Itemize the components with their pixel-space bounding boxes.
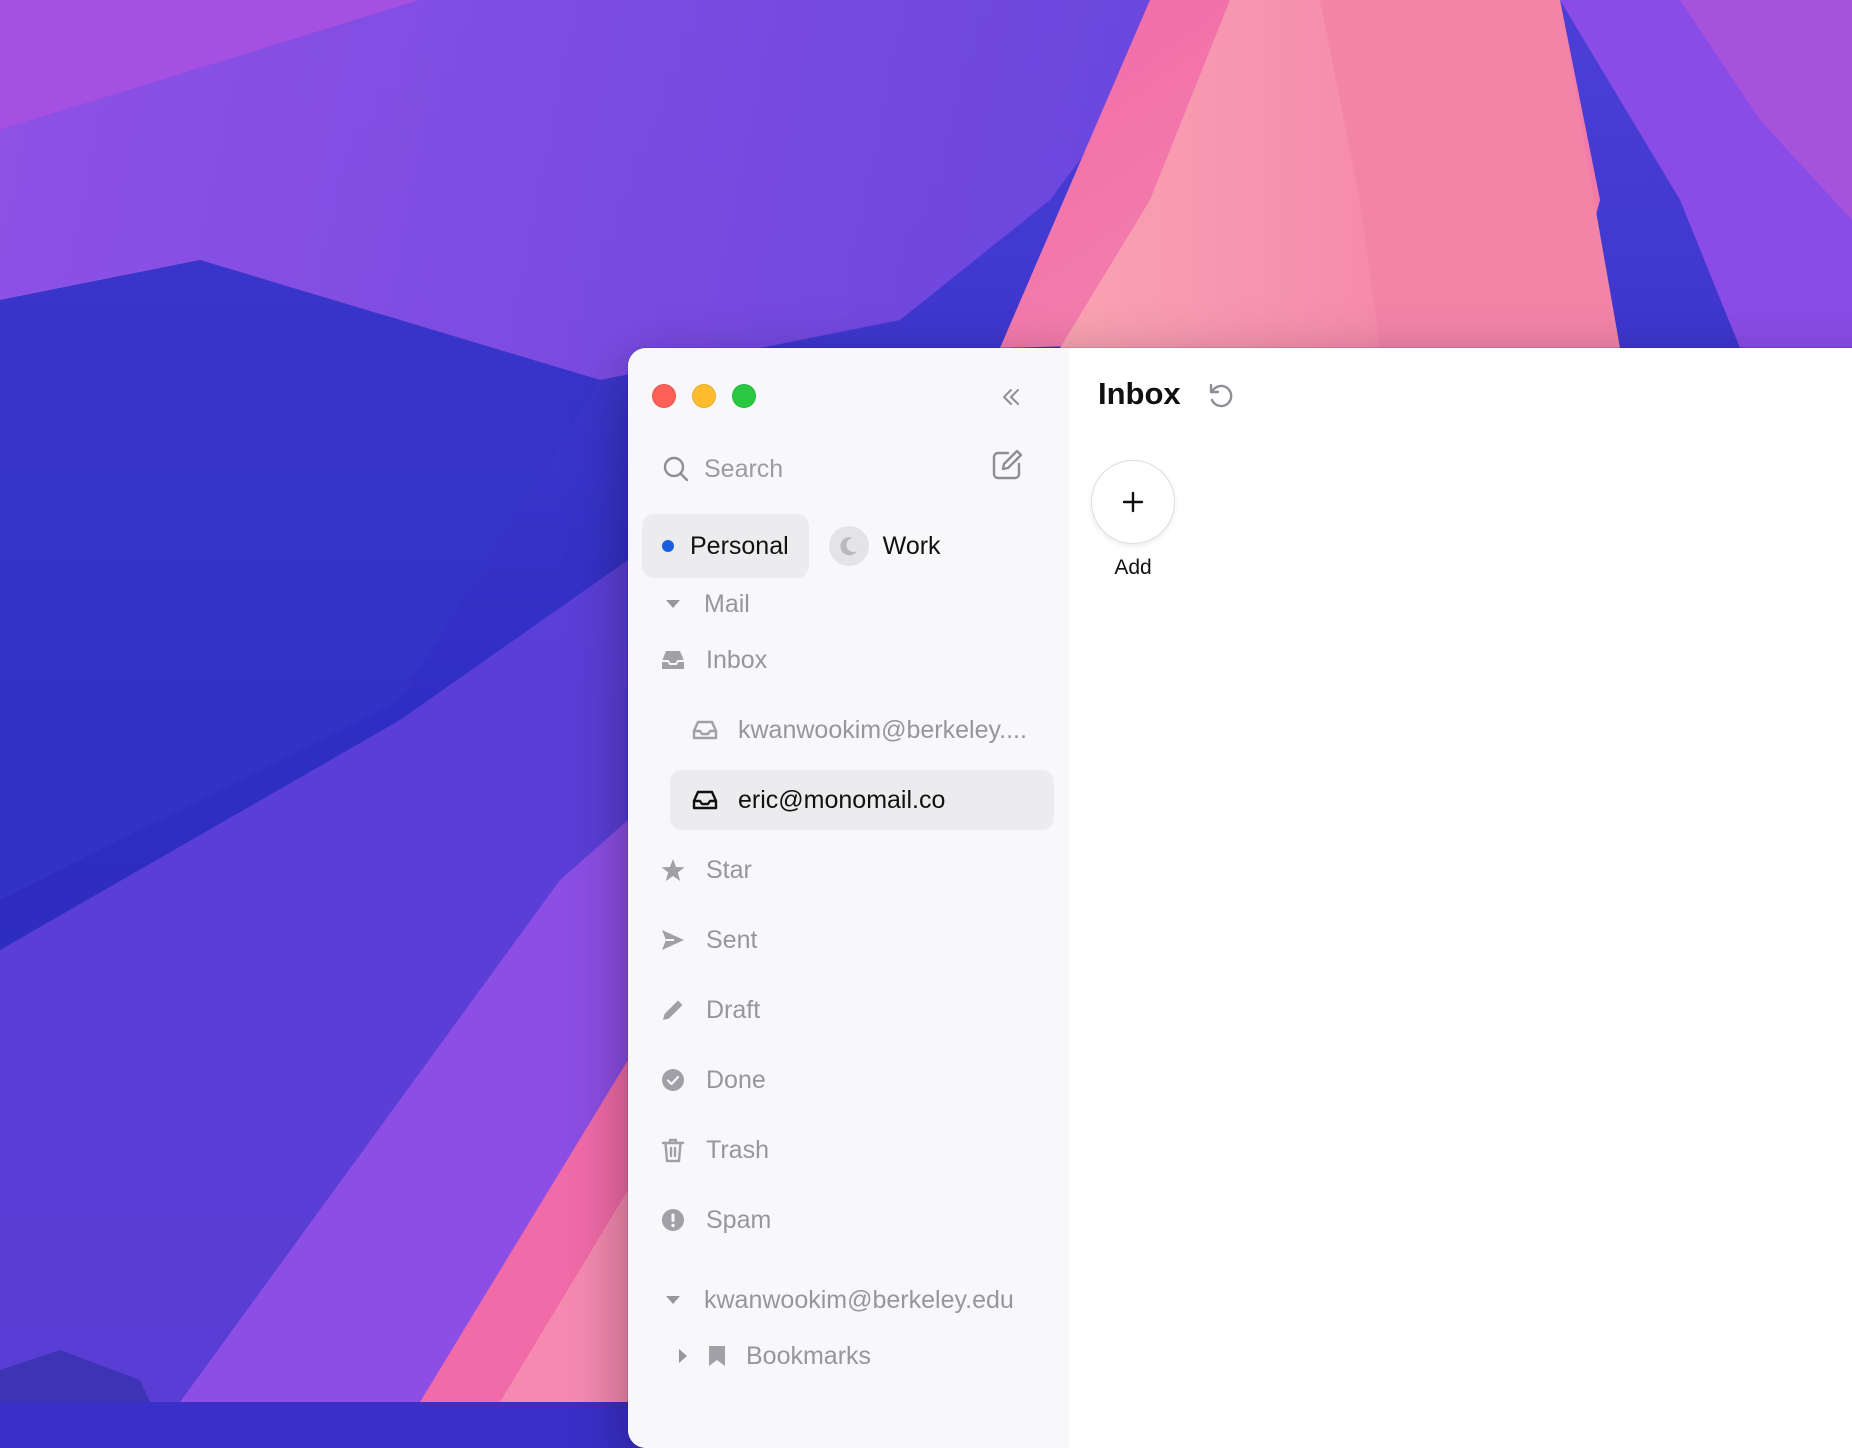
inbox-tray-icon: [658, 645, 688, 675]
pencil-icon: [658, 995, 688, 1025]
nav-account-monomail[interactable]: eric@monomail.co: [670, 770, 1054, 830]
send-icon: [658, 925, 688, 955]
maximize-window-button[interactable]: [732, 384, 756, 408]
close-window-button[interactable]: [652, 384, 676, 408]
refresh-button[interactable]: [1205, 380, 1237, 412]
nav-bookmarks[interactable]: Bookmarks: [668, 1326, 1066, 1386]
inbox-tray-outline-icon: [690, 785, 720, 815]
caret-down-icon: [662, 1285, 684, 1315]
window-controls: [652, 384, 756, 408]
active-dot-icon: [662, 540, 674, 552]
nav-label: Inbox: [706, 645, 768, 674]
search-placeholder: Search: [704, 454, 784, 483]
section-label: Mail: [704, 589, 750, 618]
trash-icon: [658, 1135, 688, 1165]
nav-label: Draft: [706, 995, 761, 1024]
page-title: Inbox: [1098, 376, 1181, 411]
bookmark-icon: [702, 1341, 732, 1371]
nav-label: Done: [706, 1065, 766, 1094]
nav-sent[interactable]: Sent: [648, 910, 1046, 970]
nav-draft[interactable]: Draft: [648, 980, 1046, 1040]
nav-label: Star: [706, 855, 752, 884]
sidebar: Search Personal Work Mail Inbox kwanwook…: [628, 348, 1071, 1448]
star-icon: [658, 855, 688, 885]
inbox-tray-outline-icon: [690, 715, 720, 745]
compose-button[interactable]: [990, 448, 1024, 482]
exclamation-circle-icon: [658, 1205, 688, 1235]
nav-trash[interactable]: Trash: [648, 1120, 1046, 1180]
search-icon: [663, 456, 689, 482]
minimize-window-button[interactable]: [692, 384, 716, 408]
refresh-icon: [1209, 383, 1233, 408]
plus-icon: [1122, 491, 1144, 513]
nav-label: kwanwookim@berkeley....: [738, 715, 1027, 744]
nav-label: Bookmarks: [746, 1341, 872, 1370]
caret-right-icon: [676, 1341, 690, 1371]
section-header-mail[interactable]: Mail: [648, 574, 1046, 634]
section-label: kwanwookim@berkeley.edu: [704, 1285, 1014, 1314]
nav-done[interactable]: Done: [648, 1050, 1046, 1110]
nav-inbox[interactable]: Inbox: [648, 630, 1046, 690]
section-header-berkeley[interactable]: kwanwookim@berkeley.edu: [648, 1270, 1046, 1330]
add-button[interactable]: [1091, 460, 1175, 544]
nav-account-berkeley[interactable]: kwanwookim@berkeley....: [670, 700, 1054, 760]
caret-down-icon: [662, 589, 684, 619]
check-circle-icon: [658, 1065, 688, 1095]
nav-star[interactable]: Star: [648, 840, 1046, 900]
collapse-sidebar-button[interactable]: [996, 382, 1026, 412]
nav-label: Spam: [706, 1205, 772, 1234]
compose-icon: [992, 449, 1023, 480]
nav-label: eric@monomail.co: [738, 785, 946, 814]
main-content: Inbox Add: [1069, 348, 1852, 1448]
nav-label: Trash: [706, 1135, 769, 1164]
double-chevron-left-icon: [1003, 389, 1019, 405]
search-bar[interactable]: Search: [662, 451, 1042, 487]
app-window: Search Personal Work Mail Inbox kwanwook…: [628, 348, 1852, 1448]
nav-label: Sent: [706, 925, 758, 954]
nav-spam[interactable]: Spam: [648, 1190, 1046, 1250]
add-label: Add: [1114, 556, 1152, 579]
